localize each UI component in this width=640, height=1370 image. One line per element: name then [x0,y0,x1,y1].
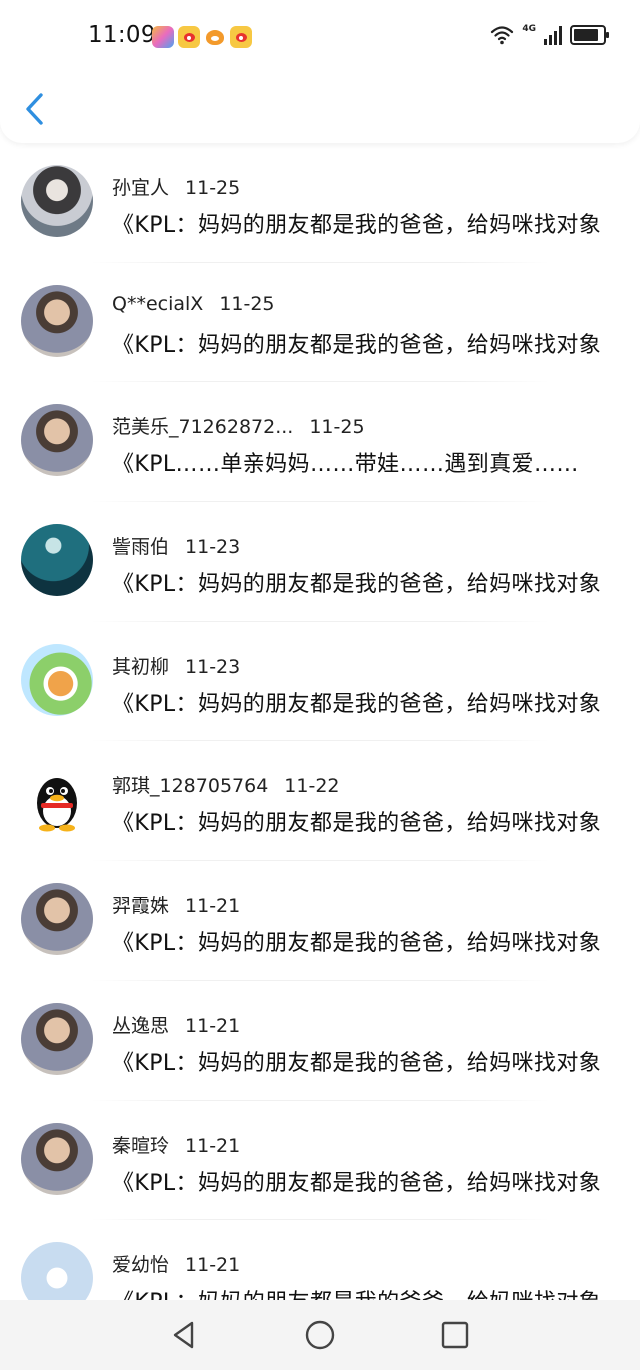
weibo-icon [230,26,252,48]
qq-penguin-icon [37,778,77,832]
message-date: 11-23 [185,655,241,678]
message-date: 11-23 [185,536,241,559]
sender-name: 其初柳 [112,655,170,678]
message-meta: 秦暄玲 11-21 [112,1131,240,1158]
avatar[interactable] [21,763,93,836]
sender-name: 秦暄玲 [112,1134,170,1157]
notification-icons [152,26,252,48]
message-list-item[interactable]: 范美乐_71262872... 11-25 《KPL……单亲妈妈……带娃……遇到真爱… [0,382,640,503]
message-meta: 訾雨伯 11-23 [112,532,240,559]
message-preview: 《KPL：妈妈的朋友都是我的爸爸，给妈咪找对象 [112,691,602,717]
message-preview: 《KPL……单亲妈妈……带娃……遇到真爱…… [112,452,579,478]
avatar[interactable] [21,883,93,956]
sender-name: 爱幼怡 [112,1254,170,1277]
message-list-item[interactable]: 訾雨伯 11-23 《KPL：妈妈的朋友都是我的爸爸，给妈咪找对象 [0,502,640,622]
message-date: 11-21 [185,895,241,918]
message-preview: 《KPL：妈妈的朋友都是我的爸爸，给妈咪找对象 [112,213,602,238]
message-preview: 《KPL：妈妈的朋友都是我的爸爸，给妈咪找对象 [112,1050,602,1076]
avatar[interactable] [21,1122,93,1195]
sender-name: 孙宜人 [112,177,170,199]
message-list-item[interactable]: 爱幼怡 11-21 《KPL：妈妈的朋友都是我的爸爸，给妈咪找对象 [0,1220,640,1300]
message-preview: 《KPL：妈妈的朋友都是我的爸爸，给妈咪找对象 [112,332,602,358]
avatar[interactable] [21,404,93,477]
weibo-icon [178,26,200,48]
status-time: 11:09 [88,22,156,48]
message-list-item[interactable]: 孙宜人 11-25 《KPL：妈妈的朋友都是我的爸爸，给妈咪找对象 [0,143,640,263]
battery-icon [570,25,609,45]
sender-name: 羿霞姝 [112,895,170,918]
message-preview: 《KPL：妈妈的朋友都是我的爸爸，给妈咪找对象 [112,1170,602,1196]
chevron-left-icon [26,93,43,125]
message-list-item[interactable]: 郭琪_128705764 11-22 《KPL：妈妈的朋友都是我的爸爸，给妈咪找对象 [0,741,640,862]
message-preview: 《KPL：妈妈的朋友都是我的爸爸，给妈咪找对象 [112,572,602,598]
sender-name: 丛逸思 [112,1014,170,1037]
sender-name: Q**ecialX [112,292,204,315]
message-meta: 羿霞姝 11-21 [112,891,240,918]
message-preview: 《KPL：妈妈的朋友都是我的爸爸，给妈咪找对象 [112,1284,620,1300]
back-button[interactable] [20,90,50,128]
message-list-item[interactable]: 丛逸思 11-21 《KPL：妈妈的朋友都是我的爸爸，给妈咪找对象 [0,981,640,1101]
signal-icon [544,25,562,45]
avatar[interactable] [21,165,93,237]
avatar[interactable] [21,1002,93,1075]
sender-name: 范美乐_71262872... [112,416,294,439]
sender-name: 訾雨伯 [112,536,170,559]
message-preview: 《KPL：妈妈的朋友都是我的爸爸，给妈咪找对象 [112,931,602,957]
triangle-back-icon [173,1321,194,1349]
message-meta: 其初柳 11-23 [112,652,240,679]
message-date: 11-25 [309,416,365,439]
avatar[interactable] [21,524,93,597]
avatar[interactable] [21,643,93,716]
message-list-item[interactable]: Q**ecialX 11-25 《KPL：妈妈的朋友都是我的爸爸，给妈咪找对象 [0,263,640,383]
avatar[interactable] [21,1242,93,1300]
message-date: 11-21 [185,1254,241,1277]
message-list-item[interactable]: 羿霞姝 11-21 《KPL：妈妈的朋友都是我的爸爸，给妈咪找对象 [0,861,640,981]
wifi-icon [491,26,514,45]
message-date: 11-21 [185,1134,241,1157]
fox-icon [204,26,226,48]
message-date: 11-25 [185,177,241,199]
message-list[interactable]: 孙宜人 11-25 《KPL：妈妈的朋友都是我的爸爸，给妈咪找对象 Q**ecialX… [0,143,640,1300]
nav-recent-button[interactable] [438,1318,472,1352]
message-meta: 丛逸思 11-21 [112,1011,240,1038]
message-meta: 孙宜人 11-25 [112,173,240,200]
message-meta: Q**ecialX 11-25 [112,293,275,315]
network-type-label: 4G [522,24,536,34]
message-list-item[interactable]: 其初柳 11-23 《KPL：妈妈的朋友都是我的爸爸，给妈咪找对象 [0,622,640,742]
nav-home-button[interactable] [303,1318,337,1352]
message-list-item[interactable]: 秦暄玲 11-21 《KPL：妈妈的朋友都是我的爸爸，给妈咪找对象 [0,1101,640,1221]
message-date: 11-21 [185,1014,241,1037]
nav-back-button[interactable] [168,1318,202,1352]
message-meta: 范美乐_71262872... 11-25 [112,412,365,439]
app-icon [152,26,174,48]
system-nav-bar [0,1300,640,1370]
system-icons: 4G [490,24,609,46]
status-bar: 11:09 4G [0,0,640,76]
square-recent-icon [441,1321,469,1349]
message-date: 11-25 [219,292,275,315]
message-meta: 爱幼怡 11-21 [112,1250,240,1277]
message-preview: 《KPL：妈妈的朋友都是我的爸爸，给妈咪找对象 [112,811,602,837]
message-date: 11-22 [284,775,340,798]
message-meta: 郭琪_128705764 11-22 [112,771,340,798]
avatar[interactable] [21,284,93,357]
circle-home-icon [305,1320,335,1350]
sender-name: 郭琪_128705764 [112,775,269,798]
